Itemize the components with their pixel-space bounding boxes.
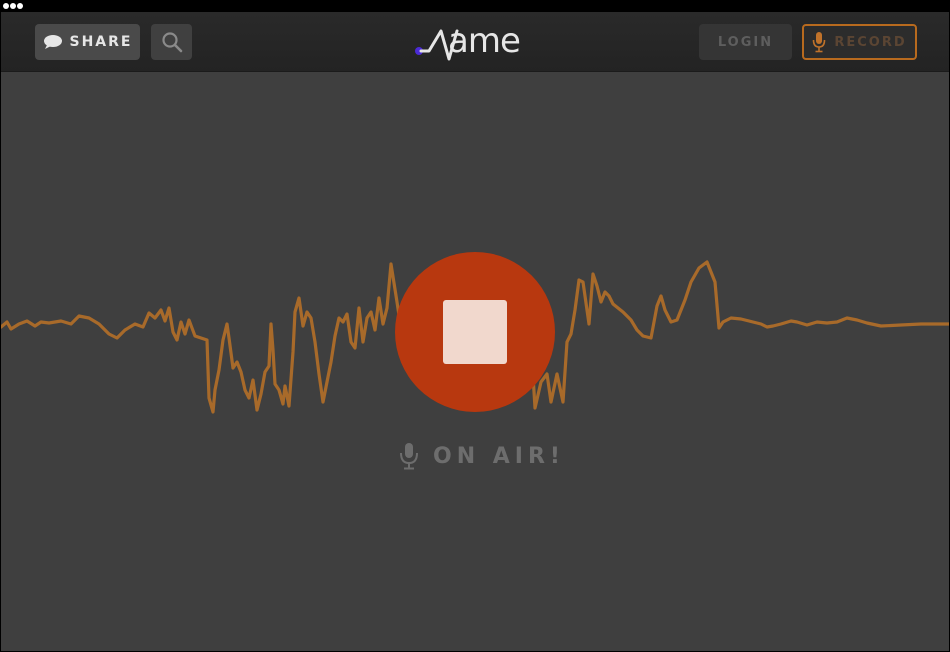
- window-title-bar: [0, 0, 950, 12]
- on-air-label: ON AIR!: [433, 443, 565, 469]
- share-label: SHARE: [69, 34, 133, 50]
- record-button[interactable]: RECORD: [802, 24, 917, 60]
- stop-icon: [443, 300, 507, 364]
- on-air-indicator: ON AIR!: [399, 440, 565, 472]
- share-button[interactable]: SHARE: [35, 24, 140, 60]
- speech-bubble-icon: [43, 35, 62, 49]
- window-dot-icon[interactable]: [3, 3, 9, 9]
- login-button[interactable]: LOGIN: [699, 24, 792, 60]
- microphone-icon: [813, 32, 826, 53]
- top-nav-bar: SHARE ame LOGIN RECORD: [1, 12, 949, 72]
- search-icon: [161, 32, 182, 53]
- login-label: LOGIN: [717, 34, 774, 50]
- recorder-stage: ON AIR!: [1, 72, 949, 651]
- window-dot-icon[interactable]: [17, 3, 23, 9]
- brand-logo-text: ame: [448, 21, 521, 61]
- search-button[interactable]: [151, 24, 192, 60]
- window-dot-icon[interactable]: [10, 3, 16, 9]
- stop-recording-button[interactable]: [395, 252, 555, 412]
- microphone-icon: [400, 443, 418, 470]
- record-label: RECORD: [834, 34, 907, 50]
